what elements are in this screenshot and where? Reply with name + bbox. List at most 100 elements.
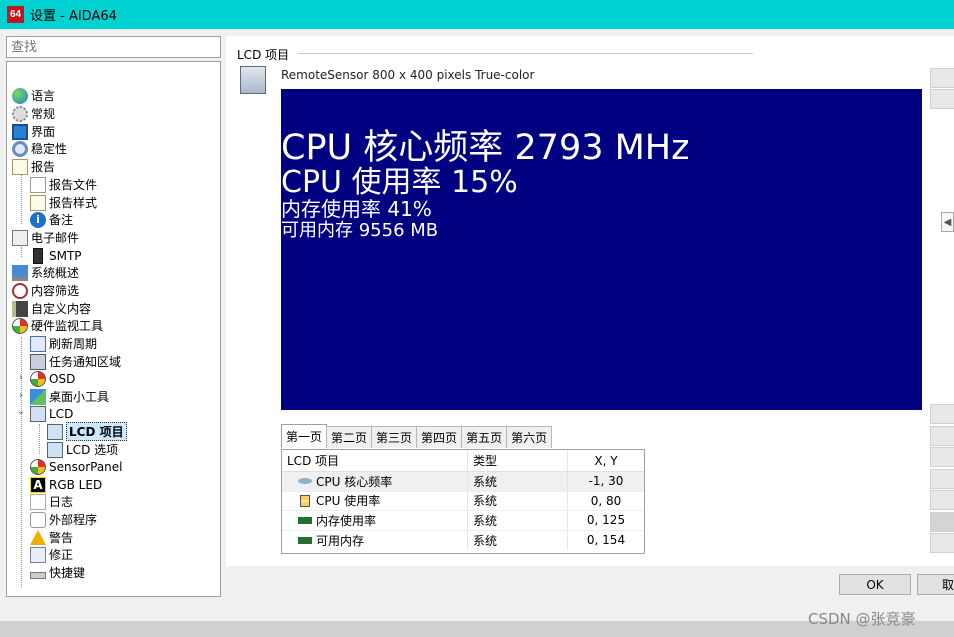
lcd-icon — [30, 405, 46, 422]
side-button-7[interactable] — [930, 490, 954, 510]
tree-item-report[interactable]: 报告 — [12, 158, 55, 175]
memory-icon — [298, 516, 312, 524]
tree-item-smtp[interactable]: SMTP — [30, 247, 82, 264]
tree-item-warning[interactable]: 警告 — [30, 529, 73, 546]
table-row[interactable]: 内存使用率 系统 0, 125 — [282, 511, 644, 531]
globe-icon — [12, 87, 28, 104]
tab-page-3[interactable]: 第三页 — [371, 426, 418, 448]
refresh-icon — [30, 335, 46, 352]
section-title: LCD 项目 — [237, 48, 290, 62]
laptop-icon — [12, 264, 28, 281]
tree-item-content-filter[interactable]: 内容筛选 — [12, 282, 79, 299]
tray-icon — [30, 353, 46, 370]
row-name: 内存使用率 — [316, 513, 377, 528]
row-type: 系统 — [468, 472, 568, 491]
section-divider — [298, 53, 753, 54]
tree-line — [21, 247, 22, 257]
book-icon — [12, 300, 28, 317]
tab-page-2[interactable]: 第二页 — [326, 426, 373, 448]
server-icon — [33, 247, 43, 264]
tree-item-language[interactable]: 语言 — [12, 87, 55, 104]
style-icon — [30, 194, 46, 211]
tree-item-email[interactable]: 电子邮件 — [12, 229, 79, 246]
tree-item-interface[interactable]: 界面 — [12, 123, 55, 140]
expand-gadget-arrow-icon[interactable]: › — [16, 390, 26, 401]
hourglass-icon — [300, 494, 310, 507]
lcd-items-table: LCD 项目 类型 X, Y CPU 核心频率 系统 -1, 30 CPU 使用… — [281, 449, 645, 554]
side-button-6[interactable] — [930, 469, 954, 489]
lcd-line-available-memory[interactable]: 可用内存 9556 MB — [281, 216, 438, 242]
tree-line — [39, 424, 40, 454]
ok-button[interactable]: OK — [839, 574, 911, 595]
lcd-preview[interactable]: CPU 核心频率 2793 MHz CPU 使用率 15% 内存使用率 41% … — [281, 89, 922, 410]
tree-item-external-program[interactable]: 外部程序 — [30, 511, 97, 528]
table-row[interactable]: CPU 核心频率 系统 -1, 30 — [282, 472, 644, 492]
table-row[interactable]: CPU 使用率 系统 0, 80 — [282, 491, 644, 511]
lcd-device-icon — [240, 66, 266, 94]
tree-item-lcd[interactable]: LCD — [30, 405, 73, 422]
expand-osd-arrow-icon[interactable]: › — [16, 372, 26, 383]
tree-item-tray[interactable]: 任务通知区域 — [30, 353, 121, 370]
table-row[interactable]: 可用内存 系统 0, 154 — [282, 530, 644, 550]
row-xy: 0, 154 — [586, 533, 626, 548]
side-button-5[interactable] — [930, 447, 954, 467]
window-title: 设置 - AIDA64 — [30, 9, 117, 24]
tree-item-log[interactable]: 日志 — [30, 493, 73, 510]
row-name: CPU 核心频率 — [316, 474, 393, 489]
tree-item-refresh-period[interactable]: 刷新周期 — [30, 335, 97, 352]
tree-item-hotkey[interactable]: 快捷键 — [30, 564, 85, 581]
row-name: 可用内存 — [316, 533, 365, 548]
aida64-app-icon: 64 — [7, 6, 24, 23]
gauge-icon — [12, 317, 28, 334]
left-panel: 语言 常规 界面 稳定性 报告 报告文件 报告样式 i备注 电子邮件 SMTP … — [6, 36, 221, 597]
tree-item-report-file[interactable]: 报告文件 — [30, 176, 97, 193]
tab-page-6[interactable]: 第六页 — [506, 426, 553, 448]
arrow-left-icon[interactable]: ◀ — [941, 212, 954, 232]
mail-icon — [12, 229, 28, 246]
tree-item-lcd-items[interactable]: LCD 项目 — [47, 422, 127, 441]
column-header-item[interactable]: LCD 项目 — [282, 450, 468, 471]
column-header-xy[interactable]: X, Y — [568, 450, 644, 471]
rgb-icon: A — [30, 476, 46, 493]
tree-item-notes[interactable]: i 备注 — [30, 211, 73, 228]
gear-icon — [12, 105, 28, 122]
tree-item-desktop-gadget[interactable]: 桌面小工具 — [30, 388, 109, 405]
tree-item-stability[interactable]: 稳定性 — [12, 140, 67, 157]
tab-page-4[interactable]: 第四页 — [416, 426, 463, 448]
tree-item-lcd-options[interactable]: LCD 选项 — [47, 441, 118, 458]
watermark: CSDN @张竞豪 — [808, 610, 916, 628]
tree-item-hardware-monitor[interactable]: 硬件监视工具 — [12, 317, 103, 334]
tree-item-custom-content[interactable]: 自定义内容 — [12, 300, 91, 317]
side-button-4[interactable] — [930, 426, 954, 446]
tree-item-report-style[interactable]: 报告样式 — [30, 194, 97, 211]
tree-item-general[interactable]: 常规 — [12, 105, 55, 122]
tree-item-fix[interactable]: 修正 — [30, 546, 73, 563]
side-button-8[interactable] — [930, 512, 954, 532]
table-header: LCD 项目 类型 X, Y — [282, 450, 644, 472]
tab-page-1[interactable]: 第一页 — [281, 424, 328, 448]
monitor-icon — [12, 123, 28, 140]
external-program-icon — [30, 511, 46, 528]
title-bar: 64 设置 - AIDA64 — [0, 0, 954, 29]
side-button-2[interactable] — [930, 89, 954, 109]
tree-item-osd[interactable]: OSD — [30, 370, 75, 387]
page-tabs: 第一页 第二页 第三页 第四页 第五页 第六页 — [281, 424, 553, 448]
tree-item-sensorpanel[interactable]: SensorPanel — [30, 458, 123, 475]
column-header-type[interactable]: 类型 — [468, 450, 568, 471]
side-button-9[interactable] — [930, 533, 954, 553]
row-type: 系统 — [468, 511, 568, 530]
collapse-lcd-arrow-icon[interactable]: ⌄ — [16, 406, 26, 417]
cancel-button[interactable]: 取消 — [917, 574, 954, 595]
search-input[interactable] — [6, 36, 221, 58]
tree-item-rgb-led[interactable]: A RGB LED — [30, 476, 102, 493]
row-type: 系统 — [468, 491, 568, 510]
side-button-3[interactable] — [930, 404, 954, 424]
warning-icon — [30, 530, 46, 545]
tree-item-system-summary[interactable]: 系统概述 — [12, 264, 79, 281]
tab-page-5[interactable]: 第五页 — [461, 426, 508, 448]
settings-tree[interactable]: 语言 常规 界面 稳定性 报告 报告文件 报告样式 i 备注 电子邮件 SMTP … — [6, 61, 221, 597]
memory-icon — [298, 536, 312, 544]
report-icon — [12, 158, 28, 175]
side-button-1[interactable] — [930, 68, 954, 88]
clock-icon — [12, 282, 28, 299]
